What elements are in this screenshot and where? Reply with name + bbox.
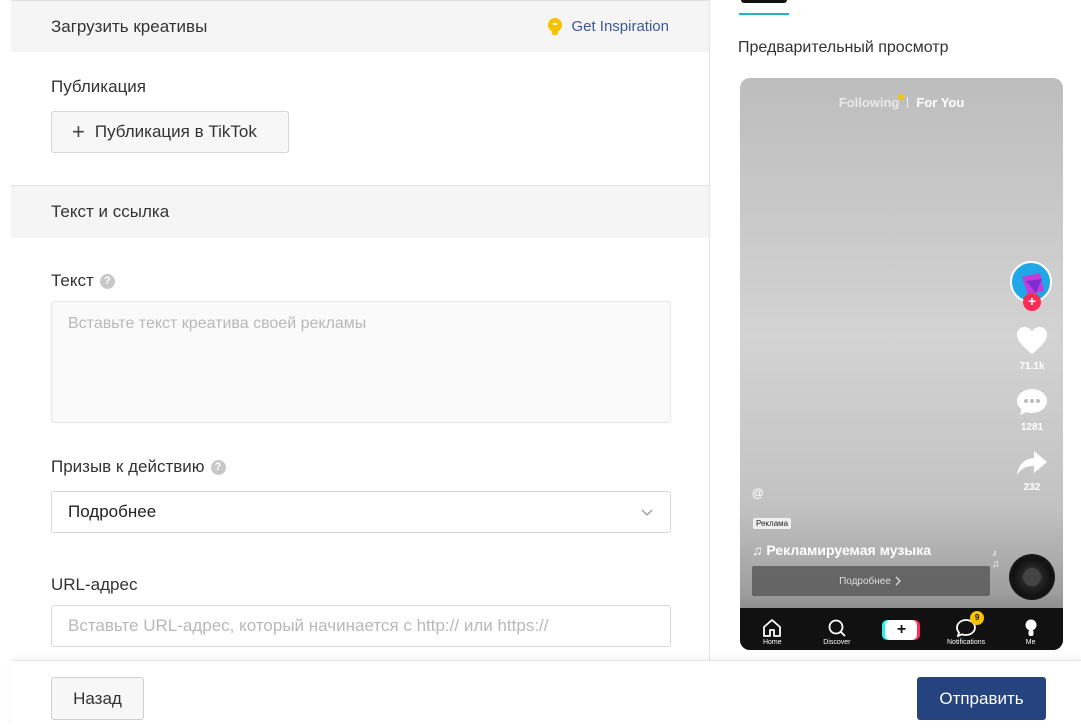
live-dot <box>898 94 904 100</box>
share-action: 232 <box>1014 450 1050 493</box>
preview-panel: Предварительный просмотр Following For Yo… <box>711 0 1081 660</box>
comment-count: 1281 <box>1020 422 1044 433</box>
get-inspiration-label: Get Inspiration <box>571 18 669 35</box>
nav-create: + <box>871 620 931 646</box>
tab-following: Following <box>838 95 900 110</box>
url-input[interactable]: Вставьте URL-адрес, который начинается с… <box>51 605 671 647</box>
plus-icon: + <box>72 119 85 144</box>
heart-icon <box>1017 327 1047 354</box>
preview-cta-button: Подробнее <box>752 566 990 596</box>
help-icon[interactable]: ? <box>99 273 115 289</box>
nav-me-label: Me <box>1025 639 1036 646</box>
comment-action: 1281 <box>1014 388 1050 433</box>
create-plus-icon: + <box>885 620 918 640</box>
phone-navbar: Home Discover + 9 Notifications Me <box>740 608 1063 650</box>
cta-select-value: Подробнее <box>68 502 157 521</box>
preview-title: Предварительный просмотр <box>738 39 949 56</box>
cta-field-label: Призыв к действию ? <box>51 457 669 477</box>
nav-notifications: 9 Notifications <box>936 611 996 646</box>
preview-cta-label: Подробнее <box>839 575 891 587</box>
like-count: 71.1k <box>1019 361 1045 372</box>
active-tab-indicator <box>739 13 789 15</box>
text-label: Текст <box>51 271 94 290</box>
search-icon <box>828 619 846 637</box>
follow-plus-icon: + <box>1023 293 1041 311</box>
cta-label: Призыв к действию <box>51 457 205 476</box>
tab-for-you: For You <box>916 95 965 110</box>
music-title: ♫ Рекламируемая музыка <box>752 542 932 558</box>
tab-marker <box>741 0 787 3</box>
upload-section-title: Загрузить креативы <box>51 16 208 36</box>
share-icon <box>1017 451 1047 475</box>
profile-icon <box>1025 619 1037 636</box>
submit-button[interactable]: Отправить <box>917 677 1046 720</box>
publication-label: Публикация <box>51 77 147 96</box>
help-icon[interactable]: ? <box>210 459 226 475</box>
text-link-section-header: Текст и ссылка <box>11 186 709 238</box>
phone-preview: Following For You + 71.1k 1281 232 @ Рекл… <box>740 78 1063 650</box>
back-button[interactable]: Назад <box>51 677 144 720</box>
nav-discover-label: Discover <box>823 639 851 646</box>
like-action: 71.1k <box>1014 327 1050 372</box>
url-label: URL-адрес <box>51 575 138 594</box>
nav-home: Home <box>742 619 802 646</box>
lightbulb-icon <box>548 17 563 35</box>
tiktok-post-label: Публикация в TikTok <box>94 122 257 141</box>
text-link-section-title: Текст и ссылка <box>51 202 170 221</box>
share-count: 232 <box>1023 482 1041 493</box>
home-icon <box>763 619 782 637</box>
page: Загрузить креативы Get Inspiration Публи… <box>0 0 1081 728</box>
cta-select[interactable]: Подробнее <box>51 491 671 533</box>
music-notes-icon: ♪ ♫ <box>992 548 1000 570</box>
chevron-right-icon <box>895 576 901 586</box>
chevron-down-icon <box>641 509 653 516</box>
music-disc-icon <box>1009 554 1055 600</box>
nav-home-label: Home <box>762 639 782 646</box>
notifications-badge: 9 <box>970 611 985 625</box>
get-inspiration-link[interactable]: Get Inspiration <box>547 17 669 37</box>
creative-form: Загрузить креативы Get Inspiration Публи… <box>11 0 710 660</box>
username: @ <box>752 486 764 500</box>
nav-discover: Discover <box>807 619 867 646</box>
ad-badge: Реклама <box>753 518 792 529</box>
comment-icon <box>1017 389 1047 415</box>
ad-text-input[interactable]: Вставьте текст креатива своей рекламы <box>51 301 671 423</box>
footer-bar: Назад Отправить <box>11 660 1081 728</box>
text-field-label: Текст ? <box>51 271 669 291</box>
nav-me: Me <box>1001 619 1061 646</box>
upload-section-header: Загрузить креативы Get Inspiration <box>11 0 709 52</box>
nav-notifications-label: Notifications <box>947 639 986 646</box>
tiktok-post-button[interactable]: + Публикация в TikTok <box>51 111 289 153</box>
